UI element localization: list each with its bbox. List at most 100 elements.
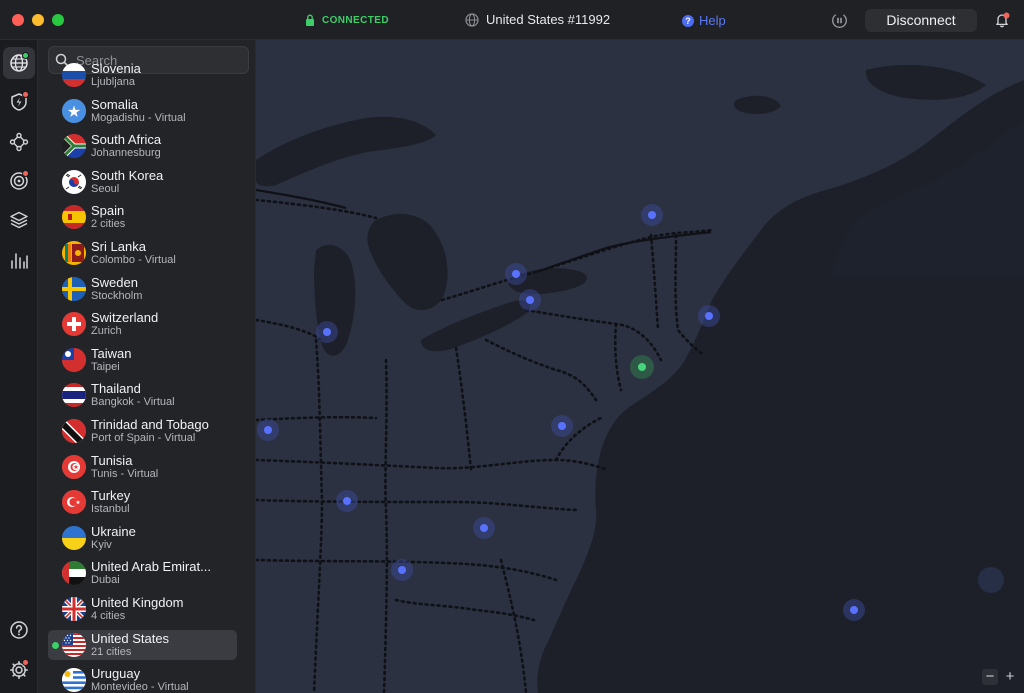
sweden-flag-icon [62, 276, 86, 301]
alert-badge [22, 170, 29, 177]
country-cities: Montevideo - Virtual [91, 681, 189, 693]
country-row-thailand[interactable]: Thailand Bangkok - Virtual [48, 380, 237, 410]
country-row-somalia[interactable]: Somalia Mogadishu - Virtual [48, 96, 237, 126]
window-minimize-button[interactable] [32, 14, 44, 26]
navigation-rail [0, 40, 38, 693]
zoom-out-button[interactable]: − [982, 669, 998, 685]
country-row-sri-lanka[interactable]: Sri Lanka Colombo - Virtual [48, 238, 237, 268]
country-cities: 2 cities [91, 218, 126, 231]
taiwan-flag-icon [62, 347, 86, 372]
tunisia-flag-icon [62, 454, 86, 479]
country-name: South Africa [91, 132, 162, 148]
server-dot[interactable] [264, 426, 272, 434]
window-maximize-button[interactable] [52, 14, 64, 26]
country-name: Ukraine [91, 523, 136, 539]
country-cities: Zurich [91, 325, 122, 338]
country-row-south-africa[interactable]: South Africa Johannesburg [48, 131, 237, 161]
rail-statistics[interactable] [3, 244, 35, 276]
server-dot[interactable] [343, 497, 351, 505]
country-cities: Bangkok - Virtual [91, 396, 175, 409]
thailand-flag-icon [62, 383, 86, 408]
help-circle-icon [10, 621, 28, 639]
country-cities: Johannesburg [91, 147, 161, 160]
rail-threat-protection[interactable] [3, 86, 35, 118]
country-row-uae[interactable]: United Arab Emirat... Dubai [48, 558, 237, 588]
somalia-flag-icon [62, 98, 86, 123]
rail-dark-web-monitor[interactable] [3, 165, 35, 197]
country-name: Trinidad and Tobago [91, 417, 209, 432]
rail-specialty-servers[interactable] [3, 204, 35, 236]
server-map[interactable]: − + [256, 40, 1024, 693]
map-canvas [256, 40, 1024, 693]
switzerland-flag-icon [62, 312, 86, 337]
country-row-spain[interactable]: Spain 2 cities [48, 202, 237, 232]
country-cities: Ljubljana [91, 76, 136, 88]
country-row-uruguay[interactable]: Uruguay Montevideo - Virtual [48, 665, 237, 693]
country-name: Taiwan [91, 345, 132, 361]
server-dot[interactable] [512, 270, 520, 278]
country-row-tunisia[interactable]: Tunisia Tunis - Virtual [48, 452, 237, 482]
country-name: Sweden [91, 274, 138, 290]
server-dot[interactable] [526, 296, 534, 304]
country-row-south-korea[interactable]: South Korea Seoul [48, 167, 237, 197]
country-row-trinidad-and-tobago[interactable]: Trinidad and Tobago Port of Spain - Virtu… [48, 416, 237, 446]
country-cities: Stockholm [91, 289, 143, 302]
server-dot[interactable] [480, 524, 488, 532]
window-close-button[interactable] [12, 14, 24, 26]
country-name: Thailand [91, 381, 141, 397]
country-name: Slovenia [91, 61, 141, 76]
country-name: Turkey [91, 488, 131, 504]
help-link[interactable]: ? Help [682, 13, 726, 28]
connected-server-dot[interactable] [638, 363, 646, 371]
pause-icon[interactable] [831, 12, 848, 29]
rail-meshnet[interactable] [3, 126, 35, 158]
server-name: United States #11992 [486, 12, 611, 27]
rail-settings[interactable] [3, 654, 35, 686]
server-dot[interactable] [705, 312, 713, 320]
server-dot[interactable] [648, 211, 656, 219]
south-africa-flag-icon [62, 134, 86, 159]
zoom-controls: − + [982, 669, 1018, 685]
spain-flag-icon [62, 205, 86, 230]
country-name: South Korea [91, 167, 164, 183]
country-row-slovenia[interactable]: Slovenia Ljubljana [48, 60, 237, 90]
lock-icon [306, 14, 314, 26]
server-dot[interactable] [558, 422, 566, 430]
country-row-sweden[interactable]: Sweden Stockholm [48, 274, 237, 304]
country-row-turkey[interactable]: Turkey Istanbul [48, 487, 237, 517]
rail-countries[interactable] [3, 47, 35, 79]
connected-indicator [52, 641, 59, 649]
rail-help[interactable] [3, 614, 35, 646]
meshnet-icon [9, 132, 29, 152]
country-cities: 4 cities [91, 610, 126, 622]
country-row-united-states[interactable]: United States 21 cities [48, 629, 237, 660]
country-row-ukraine[interactable]: Ukraine Kyiv [48, 523, 237, 553]
alert-badge [22, 659, 29, 666]
trinidad-and-tobago-flag-icon [62, 419, 86, 443]
server-dot[interactable] [978, 567, 1004, 593]
disconnect-button[interactable]: Disconnect [865, 9, 977, 32]
status-label: CONNECTED [322, 14, 389, 26]
country-row-taiwan[interactable]: Taiwan Taipei [48, 345, 237, 375]
zoom-in-button[interactable]: + [1002, 669, 1018, 685]
country-name: Spain [91, 203, 125, 219]
country-name: United Kingdom [91, 595, 184, 610]
country-list-panel: SloveniaLjubljana SomaliaMogadishu - Virt… [38, 40, 256, 693]
country-cities: Seoul [91, 182, 120, 195]
bell-icon[interactable] [994, 12, 1010, 28]
country-cities: Istanbul [91, 503, 130, 516]
country-name: Uruguay [91, 666, 141, 682]
country-name: Sri Lanka [91, 239, 146, 254]
country-name: Somalia [91, 96, 138, 112]
title-bar: CONNECTED United States #11992 ? Help Di… [0, 0, 1024, 40]
server-dot[interactable] [323, 328, 331, 336]
country-row-united-kingdom[interactable]: United Kingdom 4 cities [48, 594, 237, 624]
country-row-switzerland[interactable]: Switzerland Zurich [48, 309, 237, 339]
current-server: United States #11992 [465, 12, 610, 27]
server-dot[interactable] [850, 606, 858, 614]
uae-flag-icon [62, 561, 86, 586]
united-kingdom-flag-icon [62, 597, 86, 621]
country-name: United Arab Emirat... [91, 559, 211, 575]
server-dot[interactable] [398, 566, 406, 574]
united-states-flag-icon [62, 632, 86, 657]
